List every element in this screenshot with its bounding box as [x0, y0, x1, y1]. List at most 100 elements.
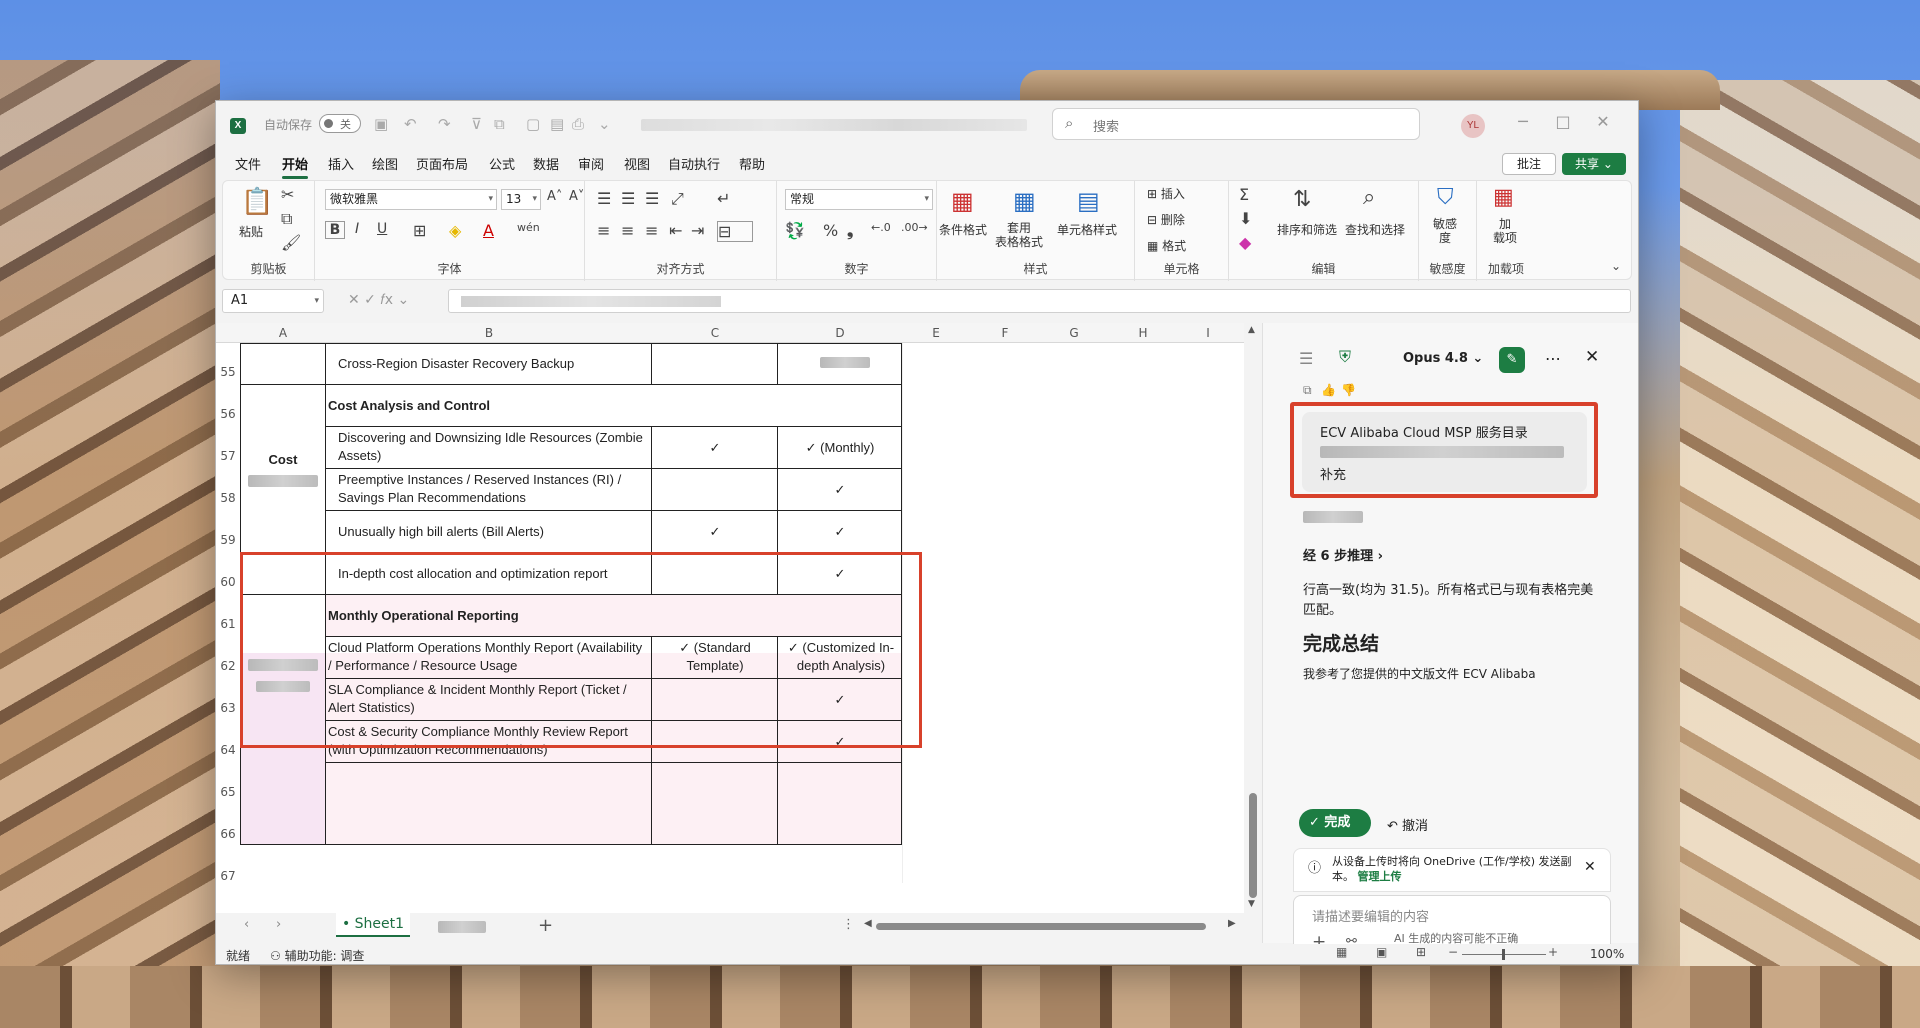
row-header-62[interactable]: 62	[216, 659, 240, 673]
col-header-i[interactable]: I	[1178, 326, 1238, 340]
tab-data[interactable]: 数据	[533, 154, 559, 173]
tab-view[interactable]: 视图	[624, 154, 650, 173]
conditional-format-icon[interactable]: ▦	[951, 187, 974, 215]
format-as-table-button[interactable]: 套用 表格格式	[995, 221, 1043, 249]
cell-d57[interactable]: ✓ (Monthly)	[778, 439, 902, 457]
tab-splitter-icon[interactable]: ⋮	[842, 917, 855, 932]
wrap-text-icon[interactable]: ↵	[717, 189, 730, 208]
save-icon[interactable]: ▣	[374, 115, 388, 133]
tab-draw[interactable]: 绘图	[372, 154, 398, 173]
find-select-button[interactable]: 查找和选择	[1345, 221, 1405, 238]
cell-styles-icon[interactable]: ▤	[1077, 187, 1100, 215]
add-sheet-icon[interactable]: +	[538, 915, 553, 936]
autosave-toggle[interactable]: 关	[319, 114, 361, 133]
cell-b59[interactable]: Unusually high bill alerts (Bill Alerts)	[338, 523, 644, 541]
formula-controls[interactable]: ✕ ✓ 𝑓x ⌄	[348, 292, 409, 308]
tab-home[interactable]: 开始	[282, 154, 309, 179]
tab-formulas[interactable]: 公式	[489, 154, 515, 173]
format-painter-icon[interactable]: 🖌	[281, 233, 301, 252]
cell-b55[interactable]: Cross-Region Disaster Recovery Backup	[338, 355, 648, 373]
cell-c59[interactable]: ✓	[652, 523, 778, 541]
search-box[interactable]: ⌕ 搜索	[1052, 108, 1420, 140]
align-middle-icon[interactable]: ☰	[621, 189, 635, 208]
clear-icon[interactable]: ◆	[1239, 233, 1251, 252]
cell-b57[interactable]: Discovering and Downsizing Idle Resource…	[338, 429, 644, 465]
addins-button[interactable]: 加 载项	[1493, 217, 1517, 245]
col-header-f[interactable]: F	[970, 326, 1040, 340]
zoom-slider-thumb[interactable]	[1502, 949, 1505, 960]
fill-color-icon[interactable]: ◈	[449, 221, 461, 240]
format-as-table-icon[interactable]: ▦	[1013, 187, 1036, 215]
reasoning-steps-toggle[interactable]: 经 6 步推理 ›	[1303, 545, 1383, 564]
row-header-59[interactable]: 59	[216, 533, 240, 547]
vertical-scroll-thumb[interactable]	[1249, 793, 1257, 898]
redo-icon[interactable]: ↷	[438, 115, 451, 133]
normal-view-icon[interactable]: ▦	[1336, 945, 1347, 959]
undo-icon[interactable]: ↶	[404, 115, 417, 133]
row-header-64[interactable]: 64	[216, 743, 240, 757]
row-header-56[interactable]: 56	[216, 407, 240, 421]
user-avatar[interactable]: YL	[1461, 114, 1485, 138]
col-header-g[interactable]: G	[1040, 326, 1108, 340]
row-header-55[interactable]: 55	[216, 365, 240, 379]
worksheet[interactable]: A B C D E F G H I 55 56 57 58 59 60 61 6…	[216, 323, 1244, 913]
more-options-icon[interactable]: ⋯	[1545, 349, 1561, 368]
align-bottom-icon[interactable]: ☰	[645, 189, 659, 208]
tab-insert[interactable]: 插入	[328, 154, 354, 173]
page-layout-view-icon[interactable]: ▣	[1376, 945, 1387, 959]
filter-icon[interactable]: ⊽	[471, 115, 482, 133]
cell-b56-section[interactable]: Cost Analysis and Control	[328, 397, 490, 415]
model-selector[interactable]: Opus 4.8 ⌄	[1403, 351, 1483, 366]
conditional-format-button[interactable]: 条件格式	[939, 221, 987, 238]
maximize-icon[interactable]: □	[1548, 112, 1578, 131]
undo-button[interactable]: ↶ 撤消	[1387, 815, 1428, 834]
menu-icon[interactable]: ☰	[1299, 349, 1313, 368]
row-header-63[interactable]: 63	[216, 701, 240, 715]
manage-uploads-link[interactable]: 管理上传	[1358, 870, 1402, 883]
phonetic-icon[interactable]: wén	[517, 221, 540, 234]
row-header-57[interactable]: 57	[216, 449, 240, 463]
new-chat-icon[interactable]: ✎	[1499, 347, 1525, 373]
merge-center-icon[interactable]: ⊟	[717, 221, 753, 242]
col-header-d[interactable]: D	[778, 326, 902, 340]
decrease-font-icon[interactable]: A˅	[569, 189, 584, 204]
close-window-icon[interactable]: ✕	[1588, 112, 1618, 131]
sensitivity-button[interactable]: 敏感 度	[1433, 217, 1457, 245]
zoom-out-icon[interactable]: −	[1448, 945, 1458, 959]
cell-styles-button[interactable]: 单元格样式	[1057, 221, 1117, 238]
currency-icon[interactable]: 💱	[785, 221, 805, 240]
insert-cells-button[interactable]: ⊞ 插入	[1147, 185, 1185, 202]
row-header-58[interactable]: 58	[216, 491, 240, 505]
font-name-select[interactable]: 微软雅黑 ▾	[325, 189, 497, 210]
accessibility-status[interactable]: ⚇ 辅助功能: 调查	[270, 947, 364, 964]
underline-icon[interactable]: U	[377, 221, 387, 237]
format-icon[interactable]: ⧉	[494, 115, 505, 133]
next-sheet-icon[interactable]: ›	[276, 917, 281, 932]
prev-sheet-icon[interactable]: ‹	[244, 917, 249, 932]
align-center-icon[interactable]: ≡	[621, 221, 634, 240]
align-right-icon[interactable]: ≡	[645, 221, 658, 240]
thumbs-up-icon[interactable]: 👍	[1321, 383, 1336, 397]
formula-input[interactable]	[448, 289, 1631, 313]
open-file-icon[interactable]: ▤	[550, 115, 564, 133]
copy-icon[interactable]: ⧉	[1303, 383, 1312, 398]
paste-icon[interactable]: 📋	[241, 187, 273, 217]
scroll-right-icon[interactable]: ▶	[1228, 918, 1236, 929]
close-pane-icon[interactable]: ✕	[1585, 347, 1599, 367]
delete-cells-button[interactable]: ⊟ 删除	[1147, 211, 1185, 228]
col-header-e[interactable]: E	[902, 326, 970, 340]
print-icon[interactable]: ⎙	[572, 115, 584, 133]
copy-icon[interactable]: ⧉	[281, 209, 292, 229]
orientation-icon[interactable]: ⤢	[671, 189, 684, 209]
sheet-tab-2-redacted[interactable]	[438, 921, 486, 933]
comma-icon[interactable]: ❟	[847, 221, 853, 241]
cell-a-cost[interactable]: Cost	[240, 451, 326, 469]
cut-icon[interactable]: ✂	[281, 185, 294, 204]
col-header-b[interactable]: B	[326, 326, 652, 340]
cell-d58[interactable]: ✓	[778, 481, 902, 499]
align-top-icon[interactable]: ☰	[597, 189, 611, 208]
col-header-c[interactable]: C	[652, 326, 778, 340]
fill-icon[interactable]: ⬇	[1239, 209, 1252, 228]
bold-icon[interactable]: B	[325, 221, 345, 239]
number-format-select[interactable]: 常规 ▾	[785, 189, 933, 210]
